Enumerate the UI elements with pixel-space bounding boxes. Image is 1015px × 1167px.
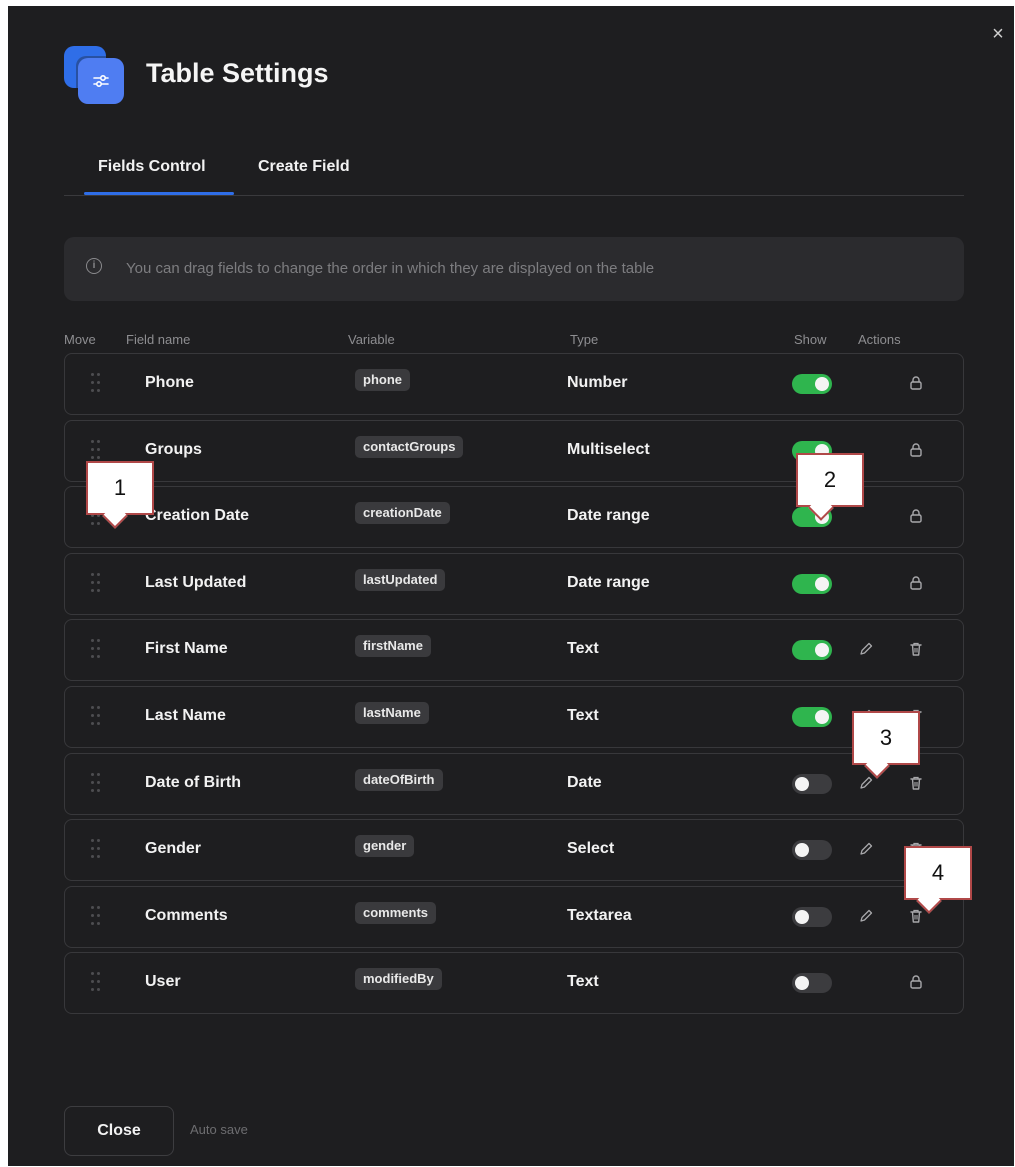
edit-icon[interactable]: [857, 840, 875, 858]
field-name: Creation Date: [145, 507, 250, 524]
drag-handle-icon[interactable]: [91, 639, 103, 661]
column-header-variable: Variable: [348, 332, 395, 347]
field-name: Groups: [145, 441, 202, 458]
callout-4: 4: [904, 846, 972, 914]
field-row[interactable]: Gender gender Select: [64, 819, 964, 881]
drag-handle-icon[interactable]: [91, 773, 103, 795]
close-icon[interactable]: ×: [988, 24, 1008, 44]
drag-handle-icon[interactable]: [91, 573, 103, 595]
field-name: Phone: [145, 374, 194, 391]
lock-icon: [907, 507, 925, 525]
show-toggle[interactable]: [792, 973, 832, 993]
column-header-type: Type: [570, 332, 599, 347]
field-name: Last Updated: [145, 574, 247, 591]
callout-2: 2: [796, 453, 864, 521]
show-toggle[interactable]: [792, 907, 832, 927]
field-name: First Name: [145, 640, 228, 657]
show-toggle[interactable]: [792, 640, 832, 660]
field-name: User: [145, 973, 181, 990]
tab-create-field[interactable]: Create Field: [258, 158, 350, 176]
settings-sliders-icon: [64, 46, 124, 106]
trash-icon[interactable]: [907, 774, 925, 792]
variable-badge: contactGroups: [355, 436, 464, 458]
show-toggle[interactable]: [792, 374, 832, 394]
field-row[interactable]: Comments comments Textarea: [64, 886, 964, 948]
field-type: Date range: [567, 507, 650, 524]
column-header-field-name: Field name: [126, 332, 191, 347]
field-type: Text: [567, 707, 599, 724]
lock-icon: [907, 973, 925, 991]
show-toggle[interactable]: [792, 574, 832, 594]
field-row[interactable]: Phone phone Number: [64, 353, 964, 415]
lock-icon: [907, 374, 925, 392]
autosave-label: Auto save: [190, 1122, 248, 1137]
show-toggle[interactable]: [792, 707, 832, 727]
field-row[interactable]: Last Name lastName Text: [64, 686, 964, 748]
field-type: Multiselect: [567, 441, 650, 458]
field-row[interactable]: Last Updated lastUpdated Date range: [64, 553, 964, 615]
info-icon: i: [86, 258, 102, 274]
edit-icon[interactable]: [857, 774, 875, 792]
variable-badge: gender: [355, 835, 415, 857]
field-type: Text: [567, 640, 599, 657]
drag-handle-icon[interactable]: [91, 839, 103, 861]
variable-badge: creationDate: [355, 502, 450, 524]
info-banner: i You can drag fields to change the orde…: [64, 237, 964, 301]
trash-icon[interactable]: [907, 907, 925, 925]
field-name: Gender: [145, 840, 202, 857]
field-type: Number: [567, 374, 628, 391]
column-header-show: Show: [794, 332, 827, 347]
field-row[interactable]: Date of Birth dateOfBirth Date: [64, 753, 964, 815]
tab-bar: Fields Control Create Field: [64, 146, 964, 196]
dialog-title: Table Settings: [146, 58, 329, 88]
show-toggle[interactable]: [792, 840, 832, 860]
edit-icon[interactable]: [857, 907, 875, 925]
callout-1: 1: [86, 461, 154, 529]
field-name: Comments: [145, 907, 228, 924]
field-row[interactable]: First Name firstName Text: [64, 619, 964, 681]
field-name: Last Name: [145, 707, 226, 724]
column-header-actions: Actions: [858, 332, 901, 347]
lock-icon: [907, 441, 925, 459]
variable-badge: firstName: [355, 635, 431, 657]
variable-badge: comments: [355, 902, 437, 924]
field-row[interactable]: User modifiedBy Text: [64, 952, 964, 1014]
field-type: Textarea: [567, 907, 632, 924]
close-button[interactable]: Close: [64, 1106, 174, 1156]
variable-badge: modifiedBy: [355, 968, 442, 990]
drag-handle-icon[interactable]: [91, 440, 103, 462]
drag-handle-icon[interactable]: [91, 906, 103, 928]
field-type: Date range: [567, 574, 650, 591]
info-text: You can drag fields to change the order …: [126, 260, 655, 277]
field-type: Text: [567, 973, 599, 990]
callout-3: 3: [852, 711, 920, 779]
drag-handle-icon[interactable]: [91, 706, 103, 728]
drag-handle-icon[interactable]: [91, 972, 103, 994]
edit-icon[interactable]: [857, 640, 875, 658]
field-type: Select: [567, 840, 615, 857]
variable-badge: phone: [355, 369, 410, 391]
field-type: Date: [567, 774, 602, 791]
variable-badge: lastUpdated: [355, 569, 446, 591]
drag-handle-icon[interactable]: [91, 373, 103, 395]
variable-badge: lastName: [355, 702, 429, 724]
active-tab-indicator: [84, 192, 234, 195]
field-name: Date of Birth: [145, 774, 241, 791]
variable-badge: dateOfBirth: [355, 769, 443, 791]
dialog-header: Table Settings: [64, 46, 664, 110]
lock-icon: [907, 574, 925, 592]
show-toggle[interactable]: [792, 774, 832, 794]
column-header-move: Move: [64, 332, 96, 347]
table-settings-dialog: × Table Settings Fields Control Create F…: [8, 6, 1014, 1166]
trash-icon[interactable]: [907, 640, 925, 658]
tab-fields-control[interactable]: Fields Control: [98, 158, 206, 176]
